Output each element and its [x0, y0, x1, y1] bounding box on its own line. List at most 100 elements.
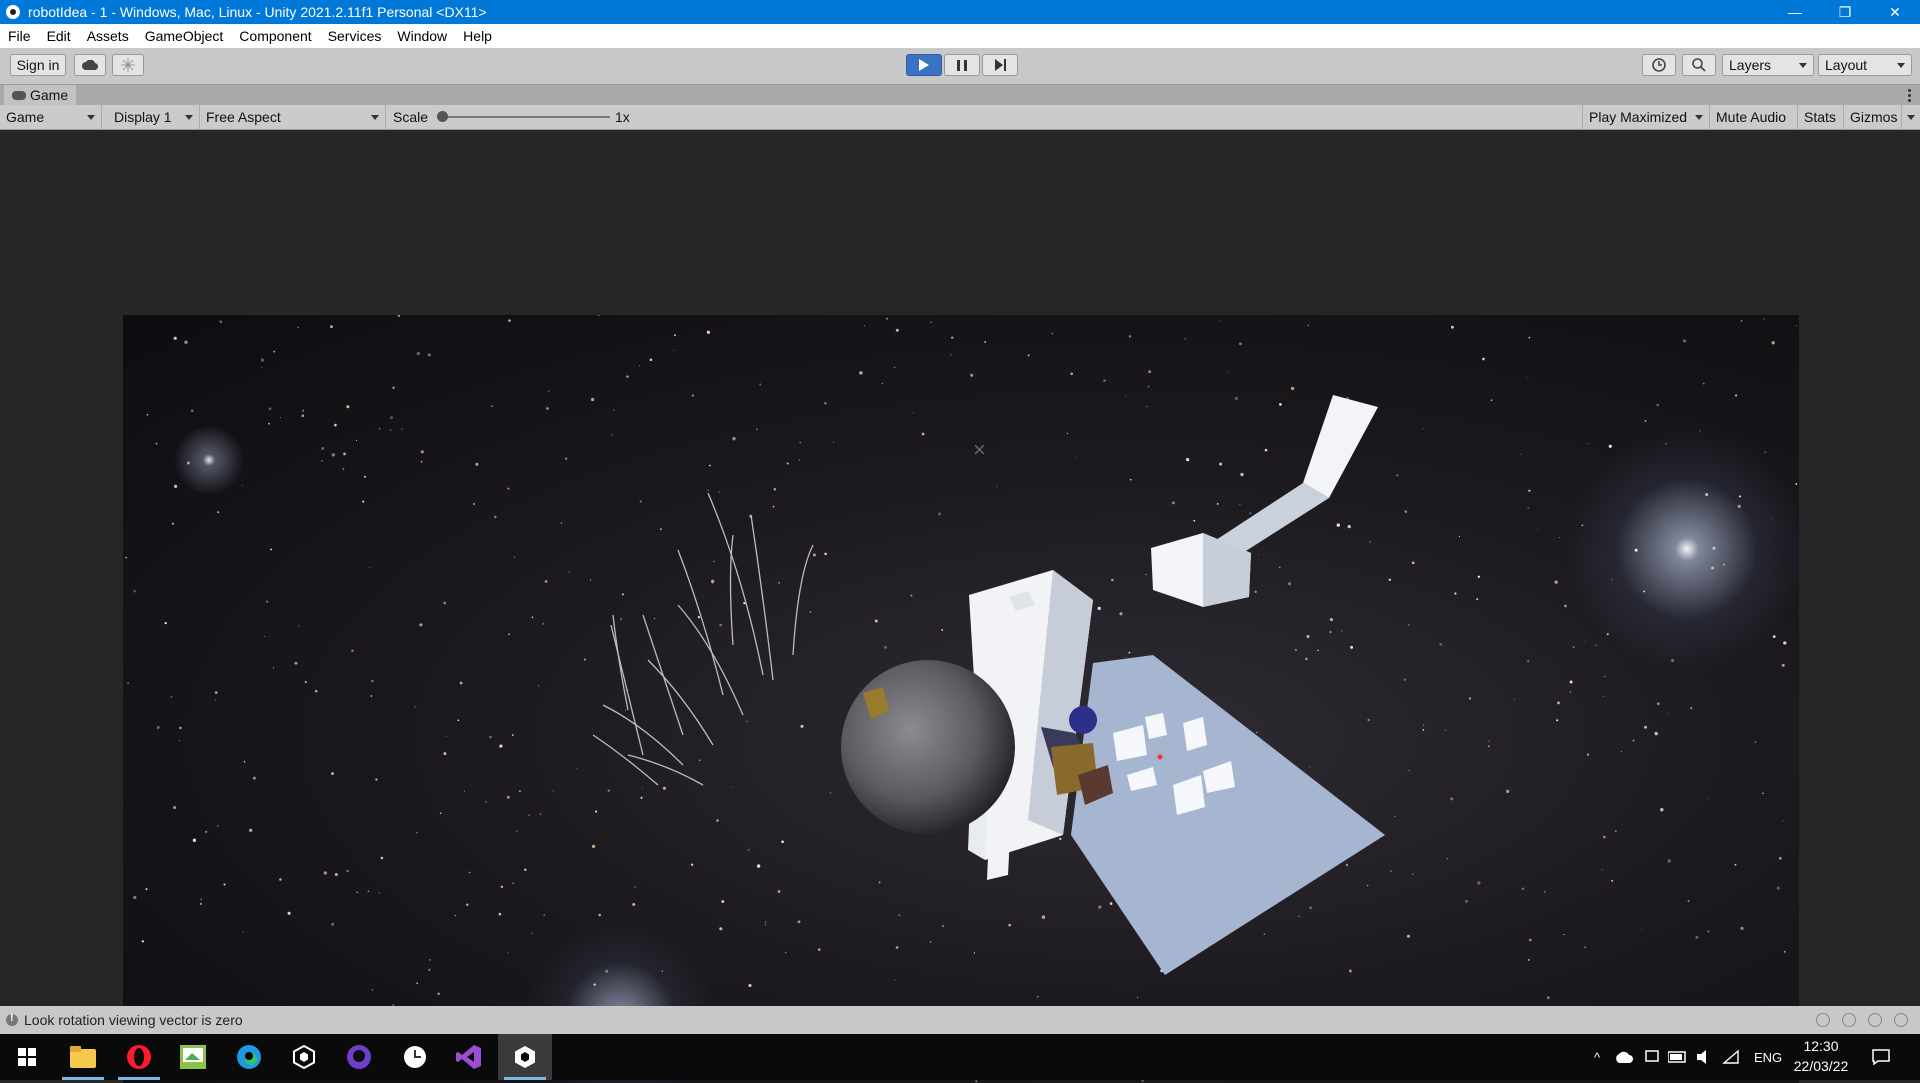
unity-icon: [515, 1046, 535, 1068]
visual-studio-icon: [456, 1045, 481, 1069]
stack-icon[interactable]: [1842, 1013, 1856, 1027]
tab-bar: Game: [0, 85, 1920, 105]
restore-button[interactable]: ❐: [1820, 0, 1870, 24]
target-marker: [1157, 754, 1163, 760]
battery-icon[interactable]: [1668, 1051, 1688, 1063]
opera-icon: [127, 1045, 151, 1069]
taskbar-file-explorer[interactable]: [56, 1034, 110, 1080]
menu-help[interactable]: Help: [455, 28, 500, 44]
tab-game-label: Game: [30, 87, 69, 103]
clock-time: 12:30: [1803, 1038, 1839, 1054]
title-bar: robotIdea - 1 - Windows, Mac, Linux - Un…: [0, 0, 1920, 24]
pause-button[interactable]: [944, 54, 980, 76]
unity-logo-icon: [6, 5, 20, 19]
menu-component[interactable]: Component: [231, 28, 319, 44]
wifi-icon[interactable]: [1722, 1049, 1740, 1065]
menu-window[interactable]: Window: [389, 28, 455, 44]
menu-edit[interactable]: Edit: [39, 28, 79, 44]
play-icon: [919, 59, 929, 71]
robot-arm: [1151, 395, 1378, 607]
menu-services[interactable]: Services: [320, 28, 390, 44]
chevron-down-icon: [185, 114, 193, 120]
play-maximized-label: Play Maximized: [1589, 109, 1688, 125]
taskbar-visual-studio[interactable]: [442, 1034, 496, 1080]
chevron-down-icon: [1897, 62, 1905, 68]
menu-gameobject[interactable]: GameObject: [137, 28, 232, 44]
taskbar-github-desktop[interactable]: [332, 1034, 386, 1080]
layers-dropdown[interactable]: Layers: [1722, 54, 1814, 76]
display-label: Display 1: [114, 109, 172, 125]
layout-label: Layout: [1825, 57, 1868, 73]
game-viewport: ×: [0, 130, 1920, 1083]
taskbar-opera[interactable]: [112, 1034, 166, 1080]
step-button[interactable]: [982, 54, 1018, 76]
chevron-down-icon: [1799, 62, 1807, 68]
menu-file[interactable]: File: [0, 28, 39, 44]
step-icon: [994, 59, 1006, 71]
mute-audio-button[interactable]: Mute Audio: [1709, 105, 1797, 129]
particle-trails: [592, 492, 814, 786]
platform: [1071, 655, 1385, 975]
layers-label: Layers: [1729, 57, 1772, 73]
paint-icon: [180, 1045, 206, 1069]
chevron-up-icon[interactable]: ^: [1584, 1050, 1610, 1065]
moon-sphere: [841, 660, 1015, 834]
bug-icon[interactable]: [1816, 1013, 1830, 1027]
check-icon[interactable]: [1894, 1013, 1908, 1027]
gizmos-button[interactable]: Gizmos: [1843, 105, 1901, 129]
settings-icon[interactable]: [1868, 1013, 1882, 1027]
taskbar-unity-editor[interactable]: [498, 1034, 552, 1080]
game-scene: ×: [125, 315, 1798, 1083]
view-mode-dropdown[interactable]: Game: [0, 105, 102, 129]
scale-slider-handle[interactable]: [437, 111, 448, 122]
main-toolbar: Sign in Layers Layout: [0, 48, 1920, 85]
device-icon[interactable]: [1644, 1049, 1660, 1065]
notification-icon: [1872, 1049, 1890, 1065]
more-options-icon[interactable]: [1908, 87, 1912, 104]
folder-icon: [70, 1046, 96, 1068]
window-title: robotIdea - 1 - Windows, Mac, Linux - Un…: [28, 4, 487, 20]
close-button[interactable]: ✕: [1870, 0, 1920, 24]
aspect-label: Free Aspect: [206, 109, 281, 125]
tab-game[interactable]: Game: [4, 85, 77, 105]
display-dropdown[interactable]: Display 1: [108, 105, 200, 129]
github-icon: [347, 1045, 371, 1069]
windows-taskbar: ^ ENG 12:30 22/03/22: [0, 1034, 1920, 1080]
start-button[interactable]: [0, 1034, 54, 1080]
menu-bar: File Edit Assets GameObject Component Se…: [0, 24, 1920, 48]
aspect-dropdown[interactable]: Free Aspect: [200, 105, 386, 129]
taskbar-clock-app[interactable]: [388, 1034, 442, 1080]
clock-date: 22/03/22: [1793, 1058, 1849, 1074]
taskbar-unity-hub[interactable]: [277, 1034, 331, 1080]
system-tray: ^ ENG: [1584, 1034, 1782, 1080]
play-maximized-dropdown[interactable]: Play Maximized: [1582, 105, 1709, 129]
search-button[interactable]: [1682, 54, 1716, 76]
taskbar-paint[interactable]: [166, 1034, 220, 1080]
status-message[interactable]: Look rotation viewing vector is zero: [24, 1012, 1816, 1028]
minimize-button[interactable]: —: [1770, 0, 1820, 24]
menu-assets[interactable]: Assets: [79, 28, 137, 44]
taskbar-clock[interactable]: 12:30 22/03/22: [1790, 1036, 1852, 1076]
chevron-down-icon: [1695, 114, 1703, 120]
cloud-button[interactable]: [74, 54, 106, 76]
play-button[interactable]: [906, 54, 942, 76]
history-button[interactable]: [1642, 54, 1676, 76]
volume-icon[interactable]: [1696, 1049, 1714, 1065]
game-render[interactable]: ×: [123, 315, 1799, 1083]
taskbar-edge[interactable]: [222, 1034, 276, 1080]
edge-icon: [237, 1045, 261, 1069]
collab-button[interactable]: [112, 54, 144, 76]
stats-button[interactable]: Stats: [1797, 105, 1843, 129]
language-indicator[interactable]: ENG: [1754, 1050, 1782, 1065]
notification-center-button[interactable]: [1856, 1034, 1906, 1080]
chevron-down-icon: [87, 114, 95, 120]
windows-logo-icon: [18, 1048, 36, 1066]
game-view-toolbar: Game Display 1 Free Aspect Scale 1x Play…: [0, 105, 1920, 130]
search-icon: [1692, 58, 1706, 72]
gizmos-dropdown[interactable]: [1901, 105, 1920, 129]
layout-dropdown[interactable]: Layout: [1818, 54, 1912, 76]
sign-in-button[interactable]: Sign in: [10, 54, 66, 76]
scale-slider-track[interactable]: [440, 116, 610, 118]
view-mode-label: Game: [6, 109, 45, 125]
onedrive-icon[interactable]: [1614, 1051, 1634, 1063]
